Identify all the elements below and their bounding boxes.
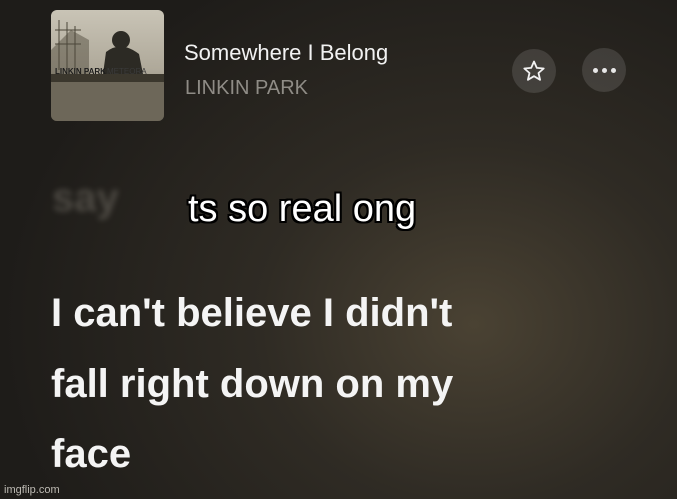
album-title-text: METEORA: [107, 67, 147, 76]
favorite-button[interactable]: [512, 49, 556, 93]
song-title[interactable]: Somewhere I Belong: [184, 40, 388, 66]
previous-lyric-line[interactable]: say: [52, 176, 119, 221]
current-lyric-line-1[interactable]: I can't believe I didn't: [51, 291, 452, 336]
watermark: imgflip.com: [4, 484, 60, 496]
current-lyric-line-3[interactable]: face: [51, 432, 131, 477]
song-artist[interactable]: LINKIN PARK: [185, 77, 308, 100]
star-icon: [523, 60, 545, 81]
album-art[interactable]: LINKIN PARK METEORA: [51, 10, 164, 121]
meme-caption: ts so real ong: [188, 188, 417, 230]
album-band-text: LINKIN PARK: [55, 67, 106, 76]
more-icon: [592, 67, 616, 73]
album-art-image: [51, 20, 164, 121]
more-button[interactable]: [582, 48, 626, 92]
current-lyric-line-2[interactable]: fall right down on my: [51, 362, 453, 407]
